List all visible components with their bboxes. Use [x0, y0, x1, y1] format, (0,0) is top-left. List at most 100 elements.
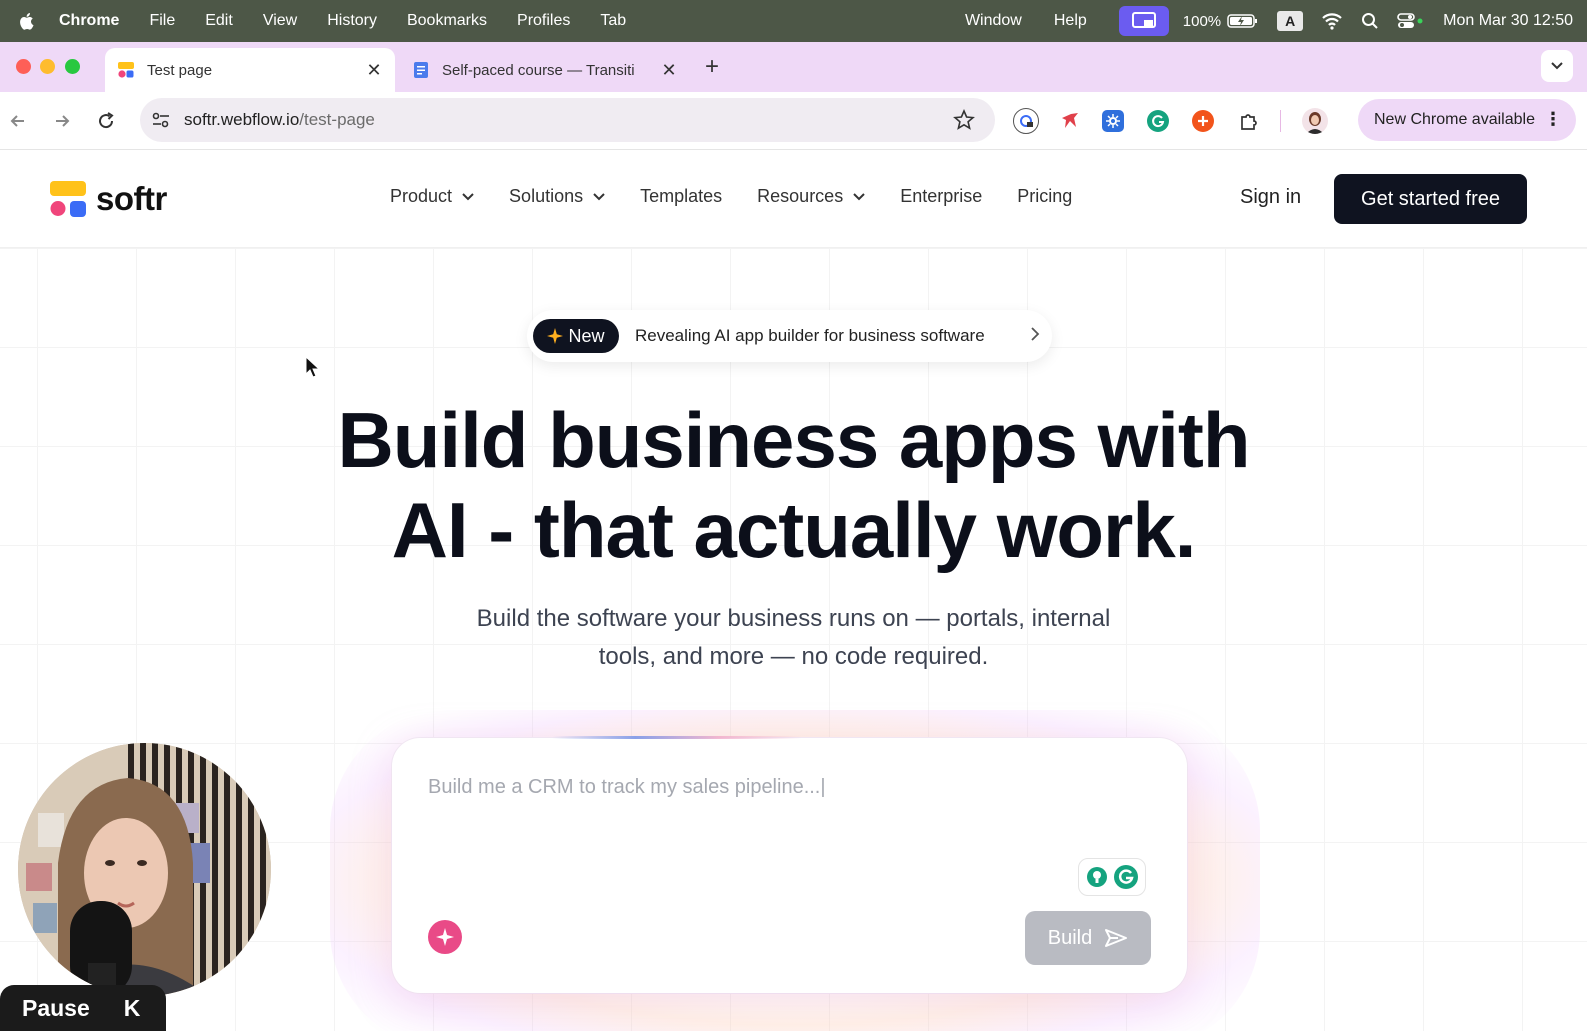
- tab-test-page[interactable]: Test page ✕: [105, 48, 395, 92]
- nav-label: Product: [390, 186, 453, 206]
- back-button[interactable]: [6, 109, 30, 133]
- ai-sparkle-button[interactable]: [428, 920, 462, 954]
- nav-pricing[interactable]: Pricing: [1017, 186, 1072, 207]
- menu-edit[interactable]: Edit: [205, 12, 233, 30]
- control-center-icon[interactable]: [1397, 12, 1425, 30]
- wifi-icon[interactable]: [1321, 12, 1343, 30]
- hero-heading-line-1: Build business apps with: [337, 396, 1250, 484]
- grammarly-widget[interactable]: [1078, 858, 1146, 896]
- macos-menubar: Chrome File Edit View History Bookmarks …: [0, 0, 1587, 42]
- bird-extension-icon[interactable]: [1057, 108, 1083, 134]
- bookmark-star-icon[interactable]: [953, 109, 975, 131]
- arrow-left-icon: [10, 115, 24, 127]
- chevron-down-icon: [462, 192, 474, 200]
- pause-label: Pause: [22, 994, 90, 1021]
- nav-label: Resources: [757, 186, 844, 206]
- tab-title: Self-paced course — Transiti: [442, 61, 635, 79]
- reload-icon: [99, 112, 114, 129]
- nav-solutions[interactable]: Solutions: [509, 186, 605, 207]
- hero-subheading-line-1: Build the software your business runs on…: [476, 605, 1111, 632]
- chevron-down-icon: [1551, 62, 1563, 70]
- docs-favicon-icon: [414, 62, 428, 78]
- sparkle-icon: [436, 928, 454, 946]
- url-path: /test-page: [299, 110, 375, 129]
- address-bar[interactable]: softr.webflow.io/test-page: [140, 98, 995, 142]
- hero-subheading: Build the software your business runs on…: [0, 600, 1587, 676]
- menu-history[interactable]: History: [327, 12, 377, 30]
- softr-favicon-icon: [118, 62, 134, 78]
- spotlight-search-icon[interactable]: [1361, 12, 1379, 30]
- tab-self-paced-course[interactable]: Self-paced course — Transiti ✕: [400, 48, 690, 92]
- build-button-label: Build: [1047, 926, 1093, 949]
- nav-resources[interactable]: Resources: [757, 186, 865, 207]
- close-tab-icon[interactable]: ✕: [363, 59, 385, 81]
- url-host: softr.webflow.io: [184, 110, 300, 129]
- close-tab-icon[interactable]: ✕: [658, 59, 680, 81]
- reload-button[interactable]: [94, 109, 118, 133]
- plus-extension-icon[interactable]: [1192, 110, 1214, 132]
- new-chrome-available-button[interactable]: New Chrome available ⋮: [1358, 99, 1576, 141]
- nav-product[interactable]: Product: [390, 186, 474, 207]
- tab-search-button[interactable]: [1541, 50, 1573, 82]
- new-chrome-label: New Chrome available: [1374, 111, 1535, 128]
- apple-icon[interactable]: [17, 11, 37, 31]
- recording-pause-button[interactable]: Pause K: [0, 985, 166, 1031]
- hero-heading: Build business apps with AI - that actua…: [0, 395, 1587, 575]
- site-navbar: softr Product Solutions Templates Resour…: [0, 150, 1587, 248]
- browser-toolbar: softr.webflow.io/test-page New Chrome av…: [0, 92, 1587, 150]
- grammarly-extension-icon[interactable]: [1147, 110, 1169, 132]
- build-button[interactable]: Build: [1025, 911, 1151, 965]
- lightbulb-icon: [1086, 867, 1107, 887]
- prompt-top-gradient: [552, 736, 802, 739]
- sparkle-icon: [547, 328, 564, 344]
- menu-tab[interactable]: Tab: [600, 12, 626, 30]
- hero-subheading-line-2: tools, and more — no code required.: [598, 643, 989, 670]
- grammarly-g-icon: [1113, 865, 1138, 889]
- hero-heading-line-2: AI - that actually work.: [391, 486, 1197, 574]
- menu-bookmarks[interactable]: Bookmarks: [407, 12, 487, 30]
- toolbar-divider: [1280, 110, 1281, 132]
- get-started-free-button[interactable]: Get started free: [1334, 174, 1527, 224]
- gear-extension-icon[interactable]: [1102, 110, 1124, 132]
- menubar-clock[interactable]: Mon Mar 30 12:50: [1443, 12, 1573, 30]
- close-window-button[interactable]: [16, 59, 31, 74]
- menu-file[interactable]: File: [149, 12, 175, 30]
- prompt-input[interactable]: Build me a CRM to track my sales pipelin…: [428, 776, 826, 799]
- screen-share-icon[interactable]: [1118, 6, 1169, 36]
- battery-icon[interactable]: [1227, 13, 1259, 29]
- extensions-puzzle-icon[interactable]: [1236, 108, 1262, 134]
- password-manager-extension-icon[interactable]: [1013, 108, 1039, 134]
- main-nav: Product Solutions Templates Resources En…: [390, 186, 1107, 207]
- tab-strip: Test page ✕ Self-paced course — Transiti…: [0, 42, 1587, 92]
- send-icon: [1105, 929, 1128, 947]
- menu-app-chrome[interactable]: Chrome: [59, 12, 119, 30]
- announcement-badge[interactable]: New Revealing AI app builder for busines…: [527, 310, 1052, 362]
- new-tab-button[interactable]: +: [700, 53, 724, 81]
- kebab-menu-icon[interactable]: ⋮: [1544, 109, 1562, 130]
- menu-window[interactable]: Window: [965, 12, 1022, 30]
- new-pill: New: [533, 319, 619, 353]
- arrow-right-icon: [56, 115, 70, 127]
- site-settings-icon[interactable]: [150, 109, 172, 131]
- tab-title: Test page: [147, 61, 213, 79]
- presenter-video-image: [18, 743, 271, 996]
- chevron-right-icon: [1031, 327, 1040, 341]
- menu-view[interactable]: View: [263, 12, 297, 30]
- input-source-indicator[interactable]: A: [1277, 11, 1304, 31]
- forward-button[interactable]: [50, 109, 74, 133]
- menu-profiles[interactable]: Profiles: [517, 12, 570, 30]
- ai-prompt-box[interactable]: Build me a CRM to track my sales pipelin…: [392, 736, 1187, 993]
- minimize-window-button[interactable]: [40, 59, 55, 74]
- softr-logo-icon: [50, 181, 86, 217]
- chevron-down-icon: [593, 192, 605, 200]
- nav-templates[interactable]: Templates: [640, 186, 722, 207]
- menu-help[interactable]: Help: [1054, 12, 1087, 30]
- sign-in-link[interactable]: Sign in: [1240, 186, 1301, 209]
- softr-logo[interactable]: softr: [50, 180, 167, 218]
- mouse-cursor-icon: [305, 356, 321, 378]
- nav-enterprise[interactable]: Enterprise: [900, 186, 982, 207]
- chevron-down-icon: [853, 192, 865, 200]
- maximize-window-button[interactable]: [65, 59, 80, 74]
- battery-percentage: 100%: [1182, 12, 1222, 30]
- profile-avatar[interactable]: [1302, 108, 1328, 134]
